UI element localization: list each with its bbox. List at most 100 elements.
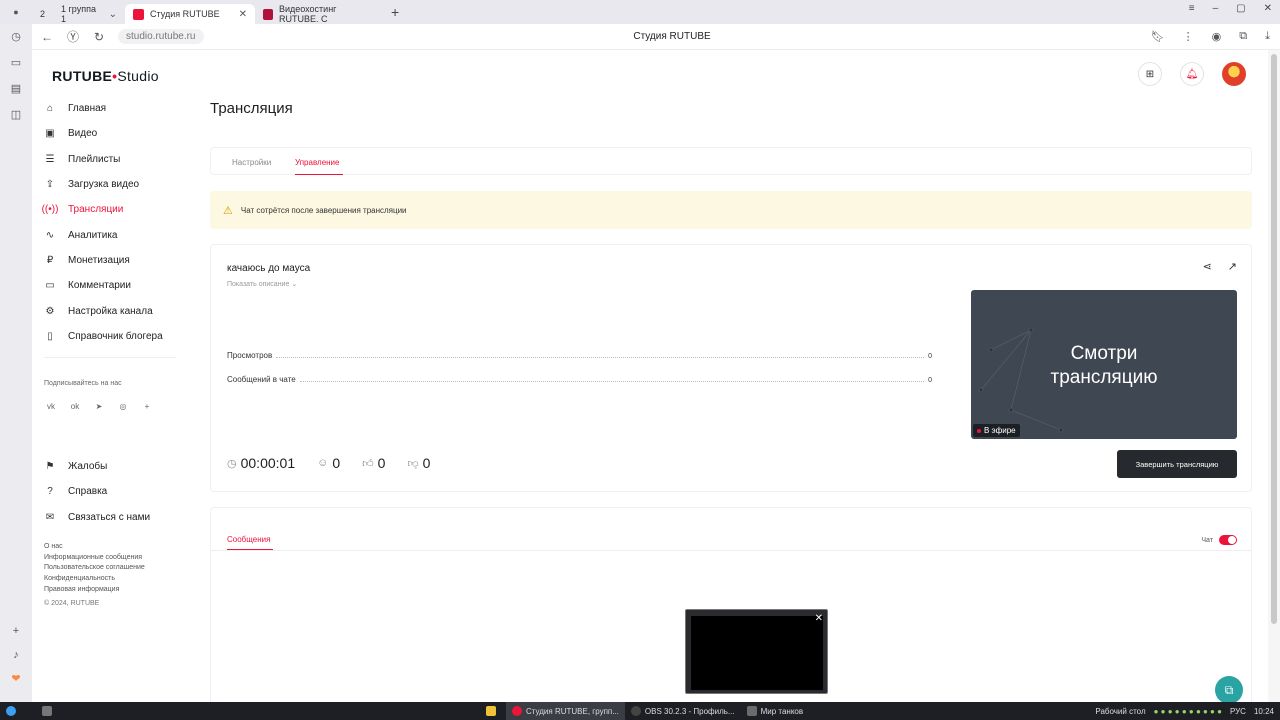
- protect-icon[interactable]: ◉: [1212, 30, 1222, 43]
- bookmarks-icon[interactable]: ▭: [0, 50, 32, 76]
- ok-icon[interactable]: ok: [68, 399, 82, 413]
- browser-side-panel: ◷ ▭ ▤ ◫ + ♪ ❤: [0, 24, 32, 702]
- history-icon[interactable]: ◷: [0, 24, 32, 50]
- chevron-down-icon: ⌄: [291, 281, 298, 288]
- back-icon[interactable]: ←: [36, 30, 58, 44]
- tab-settings[interactable]: Настройки: [232, 158, 271, 167]
- logo-suffix: Studio: [117, 68, 159, 84]
- sidebar-item-upload[interactable]: ⇪ Загрузка видео: [44, 172, 204, 197]
- stream-preview[interactable]: Смотри трансляцию В эфире: [971, 290, 1237, 439]
- close-icon[interactable]: ✕: [815, 613, 823, 624]
- download-icon[interactable]: ⤓: [1265, 30, 1270, 43]
- sidebar-item-video[interactable]: ▣ Видео: [44, 121, 204, 146]
- page-scrollbar[interactable]: [1268, 50, 1280, 702]
- link-legal[interactable]: Правовая информация: [44, 585, 145, 596]
- sidebar-item-channel-settings[interactable]: ⚙ Настройка канала: [44, 298, 204, 323]
- sidebar-item-label: Монетизация: [68, 254, 130, 266]
- heart-icon[interactable]: ❤: [0, 666, 32, 692]
- show-description-link[interactable]: Показать описание ⌄: [227, 280, 297, 288]
- show-description-label: Показать описание: [227, 281, 290, 288]
- link-about[interactable]: О нас: [44, 542, 145, 553]
- viber-icon[interactable]: ◎: [116, 399, 130, 413]
- more-icon[interactable]: ⋮: [1183, 30, 1194, 43]
- address-bar-actions: 🔖︎ ⋮ ◉ ⧉ ⤓: [1151, 30, 1270, 43]
- notes-icon[interactable]: ▤: [0, 76, 32, 102]
- tab-messages[interactable]: Сообщения: [227, 535, 270, 544]
- browser-tab-hosting[interactable]: Видеохостинг RUTUBE. С: [255, 4, 385, 24]
- sidebar-item-complaints[interactable]: ⚑ Жалобы: [44, 454, 204, 479]
- yandex-icon[interactable]: Ⓨ: [62, 28, 84, 45]
- sidebar-item-broadcasts[interactable]: ((•)) Трансляции: [42, 197, 204, 222]
- menu-icon[interactable]: ≡: [1189, 3, 1195, 14]
- sidebar-item-label: Справочник блогера: [68, 330, 163, 342]
- home-icon: ⌂: [46, 103, 54, 115]
- vk-icon[interactable]: vk: [44, 399, 58, 413]
- chevron-down-icon[interactable]: ⌄: [109, 9, 117, 20]
- obs-icon: [630, 706, 641, 716]
- chat-toggle[interactable]: [1219, 535, 1237, 545]
- playlist-icon: ☰: [45, 153, 55, 165]
- external-link-icon[interactable]: ↗: [1228, 260, 1237, 273]
- share-icon[interactable]: ⋖: [1203, 260, 1212, 273]
- sidebar-item-comments[interactable]: ▭ Комментарии: [44, 273, 204, 298]
- desktop-toolbar-label[interactable]: Рабочий стол: [1095, 707, 1145, 716]
- taskbar-thumbnail-preview[interactable]: ✕: [685, 609, 828, 694]
- close-icon[interactable]: ✕: [239, 9, 247, 20]
- new-tab-button[interactable]: +: [391, 4, 399, 20]
- tray-icons[interactable]: ● ● ● ● ● ● ● ● ● ●: [1154, 707, 1222, 716]
- taskbar-item-obs[interactable]: OBS 30.2.3 - Профиль...: [625, 702, 741, 720]
- tab-manage[interactable]: Управление: [295, 158, 339, 167]
- end-broadcast-button[interactable]: Завершить трансляцию: [1117, 450, 1237, 478]
- tab-label: Студия RUTUBE: [150, 9, 220, 19]
- sidebar-item-blogger-guide[interactable]: ▯ Справочник блогера: [44, 324, 204, 349]
- system-tray: Рабочий стол ● ● ● ● ● ● ● ● ● ● РУС 10:…: [1095, 702, 1274, 720]
- tiktok-icon[interactable]: ♪: [0, 642, 32, 668]
- profile-icon[interactable]: ●: [0, 7, 32, 17]
- close-icon[interactable]: ✕: [1264, 3, 1272, 14]
- link-privacy[interactable]: Конфиденциальность: [44, 574, 145, 585]
- stream-actions: ⋖ ↗: [1203, 260, 1237, 273]
- sidebar-item-analytics[interactable]: ∿ Аналитика: [44, 222, 204, 247]
- sidebar-item-playlists[interactable]: ☰ Плейлисты: [44, 147, 204, 172]
- collections-icon[interactable]: ◫: [0, 102, 32, 128]
- start-button[interactable]: [0, 702, 26, 720]
- browser-tabbar: ● 2 1 группа 1 ⌄ Студия RUTUBE ✕ Видеохост…: [0, 0, 1280, 24]
- browser-tab-2[interactable]: 1 группа 1 ⌄: [53, 4, 125, 24]
- telegram-icon[interactable]: ➤: [92, 399, 106, 413]
- stream-card: качаюсь до мауса Показать описание ⌄ Про…: [210, 244, 1252, 492]
- browser-tab-1[interactable]: 2: [32, 4, 53, 24]
- money-icon: ₽: [46, 254, 54, 266]
- url-field[interactable]: studio.rutube.ru: [118, 29, 204, 44]
- dislikes-value: 0: [422, 455, 431, 471]
- browser-tab-studio[interactable]: Студия RUTUBE ✕: [125, 4, 256, 24]
- link-info-messages[interactable]: Информационные сообщения: [44, 553, 145, 564]
- clock[interactable]: 10:24: [1254, 707, 1274, 716]
- sidebar-item-contact[interactable]: ✉ Связаться с нами: [44, 505, 204, 530]
- extensions-icon[interactable]: ⧉: [1239, 30, 1247, 43]
- sidebar-item-monetization[interactable]: ₽ Монетизация: [44, 248, 204, 273]
- minimize-icon[interactable]: –: [1213, 3, 1219, 14]
- taskbar-item-browser[interactable]: Студия RUTUBE, групп...: [506, 702, 625, 720]
- analytics-icon: ∿: [45, 229, 55, 241]
- add-panel-icon[interactable]: +: [0, 618, 32, 644]
- add-video-button[interactable]: ⊞: [1138, 62, 1162, 86]
- address-bar: ← Ⓨ ↻ studio.rutube.ru Студия RUTUBE 🔖︎ …: [32, 24, 1280, 50]
- taskbar-item-tanks[interactable]: Мир танков: [741, 702, 810, 720]
- support-chat-button[interactable]: ⧉: [1215, 676, 1243, 704]
- rutube-studio-logo[interactable]: RUTUBE•Studio: [52, 68, 159, 84]
- maximize-icon[interactable]: ▢: [1236, 3, 1245, 14]
- sidebar-item-help[interactable]: ? Справка: [44, 479, 204, 504]
- notifications-button[interactable]: 🔔︎: [1180, 62, 1204, 86]
- language-indicator[interactable]: РУС: [1230, 707, 1246, 716]
- reload-icon[interactable]: ↻: [88, 30, 110, 44]
- scrollbar-thumb[interactable]: [1271, 54, 1277, 624]
- bookmark-icon[interactable]: 🔖︎: [1151, 30, 1165, 43]
- desktop-icon[interactable]: [36, 702, 62, 720]
- sidebar-item-home[interactable]: ⌂ Главная: [44, 96, 204, 121]
- studio-app: RUTUBE•Studio ⌂ Главная ▣ Видео ☰ Плейлисты…: [32, 50, 1268, 702]
- explorer-icon[interactable]: [480, 702, 506, 720]
- avatar[interactable]: [1222, 62, 1246, 86]
- likes-metric: 👍︎ 0: [362, 455, 385, 471]
- more-socials-icon[interactable]: +: [140, 399, 154, 413]
- link-user-agreement[interactable]: Пользовательское соглашение: [44, 563, 145, 574]
